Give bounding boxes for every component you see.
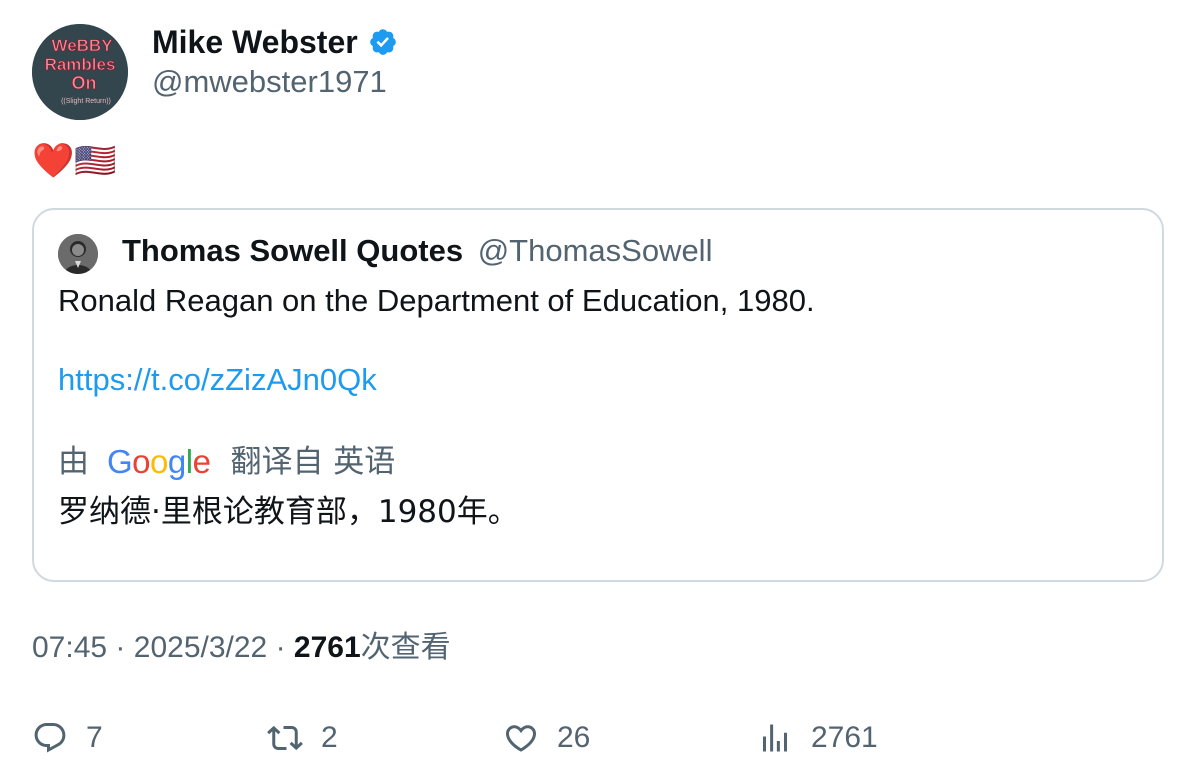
meta-separator: · <box>115 631 126 664</box>
like-button[interactable]: 26 <box>503 716 590 760</box>
action-bar: 7 2 26 2761 <box>0 716 1196 760</box>
like-count: 26 <box>557 721 591 754</box>
repost-count: 2 <box>321 721 338 754</box>
author-avatar[interactable]: WeBBY Rambles On ((Slight Return)) <box>32 24 128 120</box>
meta-separator: · <box>275 631 286 664</box>
tweet-page: WeBBY Rambles On ((Slight Return)) Mike … <box>0 0 1196 782</box>
author-name[interactable]: Mike Webster <box>152 24 358 60</box>
svg-text:((Slight Return)): ((Slight Return)) <box>61 98 111 105</box>
repost-icon <box>267 725 303 751</box>
reply-count: 7 <box>86 721 103 754</box>
quoted-tweet-card[interactable]: Thomas Sowell Quotes @ThomasSowell Ronal… <box>32 208 1164 582</box>
translate-prefix: 由 <box>58 444 89 480</box>
tweet-date[interactable]: 2025/3/22 <box>134 631 267 664</box>
translated-text: 罗纳德·里根论教育部，1980年。 <box>58 494 519 530</box>
views-label: 次查看 <box>360 630 451 665</box>
quoted-header: Thomas Sowell Quotes @ThomasSowell <box>122 232 712 270</box>
author-handle[interactable]: @mwebster1971 <box>152 64 387 100</box>
quoted-author-avatar[interactable] <box>58 234 98 274</box>
quoted-author-name[interactable]: Thomas Sowell Quotes <box>122 233 463 268</box>
svg-text:Rambles: Rambles <box>45 55 116 74</box>
google-logo-icon: Google <box>107 443 211 480</box>
avatar-logo-image: WeBBY Rambles On ((Slight Return)) <box>32 24 128 120</box>
views-button[interactable]: 2761 <box>757 716 878 760</box>
reply-icon <box>34 723 66 753</box>
analytics-icon <box>763 724 787 752</box>
translation-attribution: 由 Google 翻译自 英语 <box>58 442 395 482</box>
tweet-time[interactable]: 07:45 <box>32 631 107 664</box>
author-name-row[interactable]: Mike Webster <box>152 24 398 60</box>
svg-text:WeBBY: WeBBY <box>51 36 113 55</box>
svg-text:On: On <box>72 73 97 93</box>
quoted-author-handle[interactable]: @ThomasSowell <box>478 233 713 268</box>
translate-suffix[interactable]: 翻译自 英语 <box>230 442 395 482</box>
reply-button[interactable]: 7 <box>32 716 103 760</box>
views-action-count: 2761 <box>811 721 878 754</box>
tweet-meta: 07:45 · 2025/3/22 · 2761次查看 <box>32 628 451 668</box>
quoted-tweet-text: Ronald Reagan on the Department of Educa… <box>58 283 815 318</box>
verified-badge-icon <box>368 27 398 57</box>
views-count: 2761 <box>293 631 361 664</box>
quoted-tweet-link[interactable]: https://t.co/zZizAJn0Qk <box>58 361 377 399</box>
heart-icon <box>505 725 537 752</box>
repost-button[interactable]: 2 <box>267 716 338 760</box>
tweet-text: ❤️🇺🇸 <box>32 141 117 181</box>
